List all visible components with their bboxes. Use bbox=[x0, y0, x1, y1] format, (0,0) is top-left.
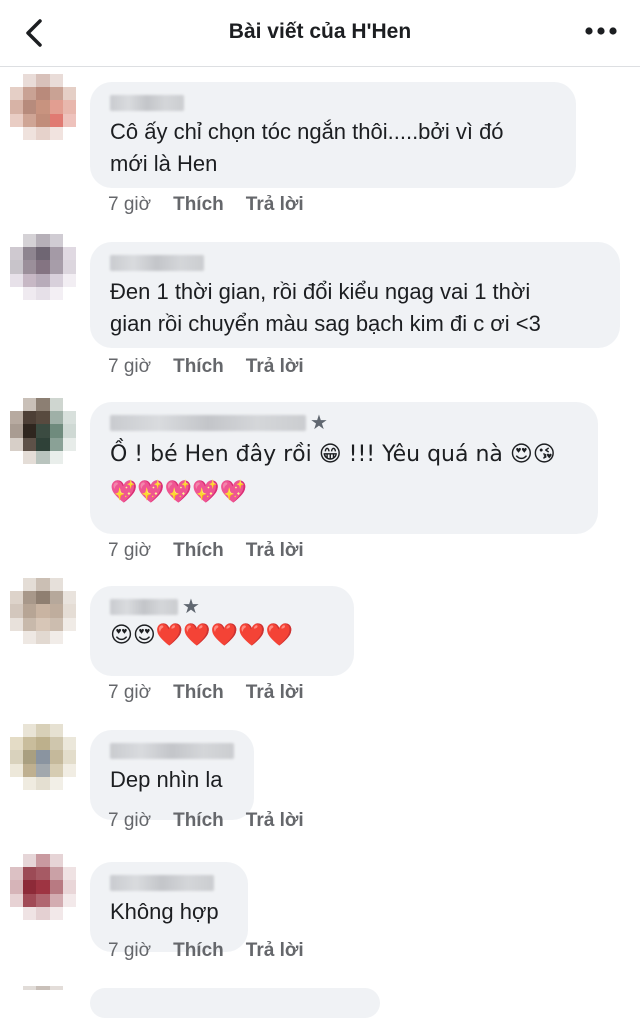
like-button[interactable]: Thích bbox=[173, 940, 224, 961]
comment-time: 7 giờ bbox=[108, 356, 152, 377]
comment-time: 7 giờ bbox=[108, 194, 152, 215]
reply-button[interactable]: Trả lời bbox=[246, 810, 304, 831]
avatar[interactable] bbox=[10, 854, 76, 920]
avatar[interactable] bbox=[10, 398, 76, 464]
commenter-name[interactable] bbox=[110, 94, 184, 111]
comment-bubble: Cô ấy chỉ chọn tóc ngắn thôi.....bởi vì … bbox=[90, 82, 576, 188]
page-title: Bài viết của H'Hen bbox=[228, 20, 412, 43]
star-badge-icon: ★ bbox=[310, 411, 328, 434]
like-button[interactable]: Thích bbox=[173, 540, 224, 561]
comment-bubble: ★ 😍😍❤️❤️❤️❤️❤️ bbox=[90, 586, 354, 676]
comment-text: Dep nhìn la bbox=[110, 767, 223, 792]
comment-bubble: ★ Ồ ! bé Hen đây rồi 😁 !!! Yêu quá nà 😍😘… bbox=[90, 402, 598, 534]
reply-button[interactable]: Trả lời bbox=[246, 682, 304, 703]
like-button[interactable]: Thích bbox=[173, 356, 224, 377]
comment-bubble: Đen 1 thời gian, rồi đổi kiểu ngag vai 1… bbox=[90, 242, 620, 348]
avatar[interactable] bbox=[10, 578, 76, 644]
comment-text: Ồ ! bé Hen đây rồi 😁 !!! Yêu quá nà 😍😘 💖… bbox=[110, 442, 556, 505]
more-dots-icon[interactable] bbox=[584, 21, 618, 41]
avatar[interactable] bbox=[10, 234, 76, 300]
top-bar: Bài viết của H'Hen bbox=[0, 0, 640, 67]
commenter-name[interactable] bbox=[110, 742, 234, 759]
commenter-name[interactable] bbox=[110, 414, 306, 431]
avatar[interactable] bbox=[10, 986, 76, 1006]
reply-button[interactable]: Trả lời bbox=[246, 940, 304, 961]
comment-actions: 7 giờ Thích Trả lời bbox=[108, 682, 326, 704]
comment-time: 7 giờ bbox=[108, 940, 152, 961]
reply-button[interactable]: Trả lời bbox=[246, 194, 304, 215]
comment-bubble bbox=[90, 988, 380, 1018]
comment-actions: 7 giờ Thích Trả lời bbox=[108, 940, 326, 962]
avatar[interactable] bbox=[10, 74, 76, 140]
comment-bubble: Dep nhìn la bbox=[90, 730, 254, 820]
commenter-name[interactable] bbox=[110, 254, 204, 271]
comment-text: Đen 1 thời gian, rồi đổi kiểu ngag vai 1… bbox=[110, 279, 541, 336]
comment-actions: 7 giờ Thích Trả lời bbox=[108, 810, 326, 832]
comment-time: 7 giờ bbox=[108, 540, 152, 561]
comment-text: 😍😍❤️❤️❤️❤️❤️ bbox=[110, 623, 293, 648]
comment-time: 7 giờ bbox=[108, 682, 152, 703]
comment-bubble: Không hợp bbox=[90, 862, 248, 952]
like-button[interactable]: Thích bbox=[173, 810, 224, 831]
comment-text: Cô ấy chỉ chọn tóc ngắn thôi.....bởi vì … bbox=[110, 119, 504, 176]
commenter-name[interactable] bbox=[110, 598, 178, 615]
reply-button[interactable]: Trả lời bbox=[246, 540, 304, 561]
like-button[interactable]: Thích bbox=[173, 682, 224, 703]
reply-button[interactable]: Trả lời bbox=[246, 356, 304, 377]
avatar[interactable] bbox=[10, 724, 76, 790]
like-button[interactable]: Thích bbox=[173, 194, 224, 215]
commenter-name[interactable] bbox=[110, 874, 214, 891]
star-badge-icon: ★ bbox=[182, 595, 200, 618]
comment-actions: 7 giờ Thích Trả lời bbox=[108, 356, 326, 378]
comment-actions: 7 giờ Thích Trả lời bbox=[108, 194, 326, 216]
comment-actions: 7 giờ Thích Trả lời bbox=[108, 540, 326, 562]
comment-time: 7 giờ bbox=[108, 810, 152, 831]
comment-text: Không hợp bbox=[110, 899, 219, 924]
